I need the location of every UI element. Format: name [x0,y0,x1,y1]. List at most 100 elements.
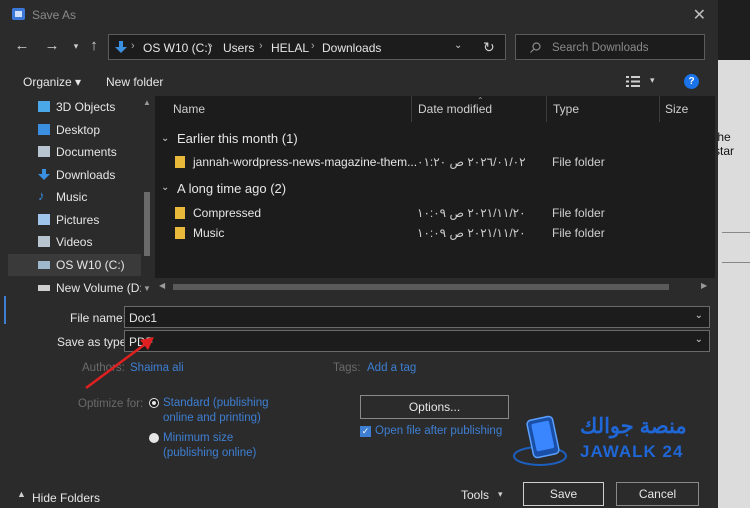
tools-button[interactable]: Tools [461,488,489,502]
file-name: jannah-wordpress-news-magazine-them... [193,155,418,169]
nav-item-label: Downloads [56,168,116,182]
file-date: ٢٠٢٦/٠١/٠٢ ص ٠١:٢٠ [417,155,526,169]
watermark-latin: JAWALK 24 [580,442,684,461]
command-toolbar: Organize ▾ New folder ▾ ? [0,68,718,96]
table-row[interactable]: Compressed ٢٠٢١/١١/٢٠ ص ١٠:٠٩ File folde… [165,203,713,223]
column-header-size[interactable]: Size [665,102,688,116]
organize-button[interactable]: Organize ▾ [23,75,81,89]
nav-item-music[interactable]: ♪ Music [8,186,148,208]
breadcrumb-os-drive[interactable]: OS W10 (C:) [143,41,212,55]
scroll-down-icon[interactable]: ▼ [143,284,151,293]
column-header-date[interactable]: Date modified [418,102,492,116]
chevron-down-icon[interactable]: ▾ [66,36,86,56]
nav-item-new-volume[interactable]: New Volume (D: [8,277,148,299]
nav-item-label: Videos [56,235,93,249]
nav-item-downloads[interactable]: Downloads [8,164,148,186]
nav-item-pictures[interactable]: Pictures [8,209,148,231]
arrow-right-icon[interactable]: → [42,36,62,56]
scrollbar-thumb[interactable] [144,192,150,256]
save-type-select[interactable]: PDF ⌄ [124,330,710,352]
download-icon [38,169,50,180]
column-divider[interactable] [659,96,660,122]
chevron-down-icon[interactable]: ⌄ [695,334,703,345]
arrow-left-icon[interactable]: ← [12,36,32,56]
file-list-scrollbar[interactable]: ◀ ▶ [155,278,715,296]
folder-icon [175,156,185,168]
new-folder-button[interactable]: New folder [106,75,163,89]
nav-item-label: New Volume (D: [56,281,143,295]
dialog-footer: ▲ Hide Folders Tools ▾ Save Cancel [0,482,718,508]
navigation-bar: ← → ▾ ↑ › OS W10 (C:) › Users › HELAL › … [0,30,718,66]
optimize-standard-label[interactable]: Standard (publishing online and printing… [163,396,288,426]
refresh-icon[interactable]: ↻ [483,39,495,56]
group-collapse-icon[interactable]: ⌄ [161,182,169,193]
background-window-header [718,0,750,60]
optimize-standard-radio[interactable] [149,398,159,408]
table-row[interactable]: Music ٢٠٢١/١١/٢٠ ص ١٠:٠٩ File folder [165,223,713,243]
nav-item-os-drive[interactable]: OS W10 (C:) [8,254,148,276]
view-dropdown-icon[interactable]: ▾ [650,75,655,86]
search-input[interactable]: Search Downloads [552,42,649,54]
tools-dropdown-icon[interactable]: ▾ [498,489,503,500]
breadcrumb-helal[interactable]: HELAL [271,41,309,55]
nav-item-label: OS W10 (C:) [56,258,125,272]
file-name-value[interactable]: Doc1 [129,311,157,325]
file-type: File folder [552,226,605,240]
nav-pane-scrollbar[interactable]: ▲ ▼ [141,96,153,296]
column-divider[interactable] [411,96,412,122]
scroll-up-icon[interactable]: ▲ [143,98,151,107]
cancel-button[interactable]: Cancel [616,482,699,506]
hide-folders-button[interactable]: Hide Folders [32,491,100,505]
music-icon: ♪ [38,188,45,203]
arrow-up-icon[interactable]: ↑ [84,36,104,56]
group-collapse-icon[interactable]: ⌄ [161,133,169,144]
column-divider[interactable] [546,96,547,122]
title-bar: Save As ✕ [0,0,718,30]
file-type: File folder [552,206,605,220]
search-box[interactable]: Search Downloads [515,34,705,60]
file-name-field[interactable]: Doc1 ⌄ [124,306,710,328]
address-dropdown-icon[interactable]: ⌄ [454,40,462,51]
chevron-up-icon[interactable]: ▲ [17,489,26,499]
file-date: ٢٠٢١/١١/٢٠ ص ١٠:٠٩ [417,226,526,240]
nav-item-desktop[interactable]: Desktop [8,119,148,141]
breadcrumb-separator-icon: › [259,40,263,52]
save-button[interactable]: Save [523,482,604,506]
optimize-label: Optimize for: [78,398,144,410]
group-header-earlier[interactable]: Earlier this month (1) [177,131,298,146]
column-header-type[interactable]: Type [553,102,579,116]
breadcrumb-downloads[interactable]: Downloads [322,41,381,55]
nav-item-videos[interactable]: Videos [8,231,148,253]
word-app-icon [12,8,25,20]
annotation-arrow-icon [85,337,154,390]
nav-item-documents[interactable]: Documents [8,141,148,163]
help-icon[interactable]: ? [684,74,699,89]
search-icon [530,42,541,53]
background-window [718,0,750,508]
chevron-down-icon[interactable]: ⌄ [695,310,703,321]
file-name: Compressed [193,206,262,220]
breadcrumb-users[interactable]: Users [223,41,254,55]
scrollbar-thumb[interactable] [173,284,669,290]
close-icon[interactable]: ✕ [693,5,706,25]
optimize-minimum-radio[interactable] [149,433,159,443]
nav-item-label: Documents [56,145,117,159]
scroll-left-icon[interactable]: ◀ [159,281,165,290]
open-after-checkbox[interactable]: ✓ [360,426,371,437]
folder-icon [175,207,185,219]
group-header-long-ago[interactable]: A long time ago (2) [177,181,286,196]
open-after-label[interactable]: Open file after publishing [375,425,502,437]
nav-item-3d-objects[interactable]: 3D Objects [8,96,148,118]
tags-input[interactable]: Add a tag [367,362,416,374]
optimize-minimum-label[interactable]: Minimum size (publishing online) [163,431,278,461]
view-options-icon[interactable] [626,76,640,87]
breadcrumb-separator-icon: › [209,40,213,52]
column-header-name[interactable]: Name [173,102,205,116]
options-button[interactable]: Options... [360,395,509,419]
address-bar[interactable]: › OS W10 (C:) › Users › HELAL › Download… [108,34,506,60]
table-row[interactable]: jannah-wordpress-news-magazine-them... ٢… [165,152,713,172]
navigation-pane: 3D Objects Desktop Documents Downloads ♪… [8,96,153,296]
drive-icon [38,261,50,269]
scroll-right-icon[interactable]: ▶ [701,281,707,290]
file-type: File folder [552,155,605,169]
